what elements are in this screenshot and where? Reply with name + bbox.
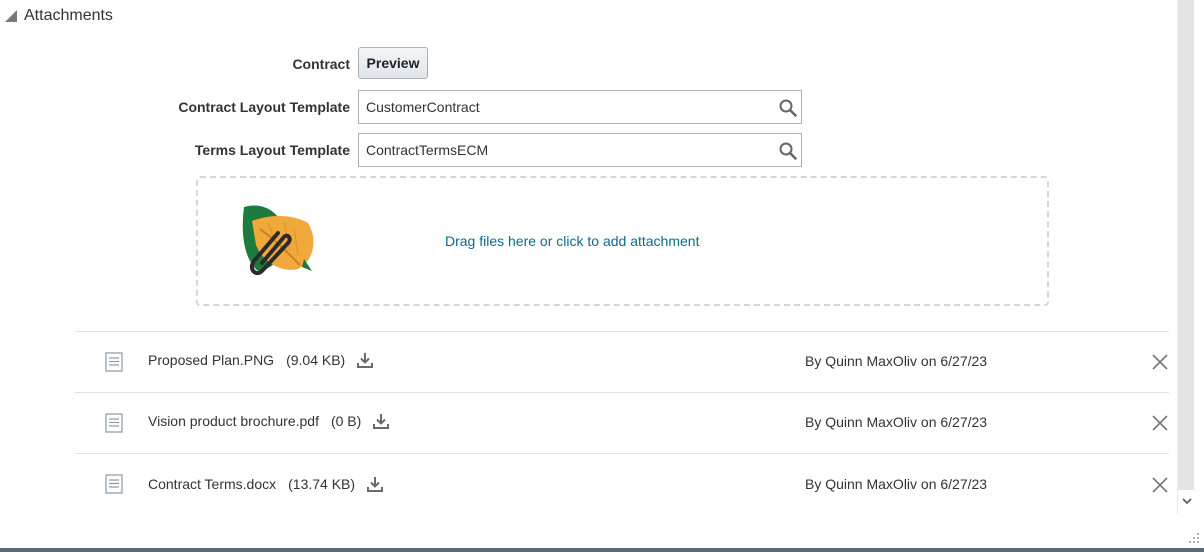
chevron-down-icon[interactable] [1180,494,1194,508]
attachment-info: Contract Terms.docx (13.74 KB) [148,475,384,493]
attachment-size: (13.74 KB) [288,476,356,492]
triangle-collapse-icon[interactable] [4,9,18,23]
close-icon[interactable] [1151,476,1169,494]
attachment-name[interactable]: Vision product brochure.pdf [148,413,319,429]
attachment-size: (0 B) [330,413,362,429]
attachment-uploaded-by: By Quinn MaxOliv on 6/27/23 [805,353,988,369]
add-attachment-link[interactable]: Drag files here or click to add attachme… [445,233,699,249]
terms-layout-template-field [358,133,802,167]
attachment-uploaded-by: By Quinn MaxOliv on 6/27/23 [805,414,988,430]
download-icon[interactable] [366,475,384,493]
contract-layout-template-label: Contract Layout Template [178,99,350,115]
attachment-info: Vision product brochure.pdf (0 B) [148,412,390,430]
resize-grip-icon[interactable] [1186,530,1200,544]
contract-layout-template-field [358,90,802,124]
attachment-row: Vision product brochure.pdf (0 B) By Qui… [75,392,1169,453]
attachment-name[interactable]: Proposed Plan.PNG [148,352,274,368]
attachment-row: Proposed Plan.PNG (9.04 KB) By Quinn Max… [75,331,1169,392]
search-icon[interactable] [778,98,798,118]
scrollbar-thumb[interactable] [1178,0,1194,490]
contract-layout-template-input[interactable] [359,91,769,123]
attachments-section-header[interactable]: Attachments [0,4,113,28]
close-icon[interactable] [1151,353,1169,371]
close-icon[interactable] [1151,414,1169,432]
attachment-info: Proposed Plan.PNG (9.04 KB) [148,351,374,369]
document-icon [105,352,123,372]
section-title: Attachments [24,7,113,24]
attachment-row: Contract Terms.docx (13.74 KB) By Quinn … [75,453,1169,514]
download-icon[interactable] [356,351,374,369]
document-icon [105,474,123,494]
search-icon[interactable] [778,141,798,161]
contract-label: Contract [292,56,350,72]
terms-layout-template-label: Terms Layout Template [194,142,350,158]
preview-button[interactable]: Preview [358,47,428,79]
leaf-paperclip-icon [242,205,314,276]
download-icon[interactable] [372,412,390,430]
attachment-name[interactable]: Contract Terms.docx [148,476,276,492]
attachment-uploaded-by: By Quinn MaxOliv on 6/27/23 [805,476,988,492]
attachment-size: (9.04 KB) [286,352,346,368]
terms-layout-template-input[interactable] [359,134,769,166]
bottom-border [0,548,1204,552]
document-icon [105,413,123,433]
